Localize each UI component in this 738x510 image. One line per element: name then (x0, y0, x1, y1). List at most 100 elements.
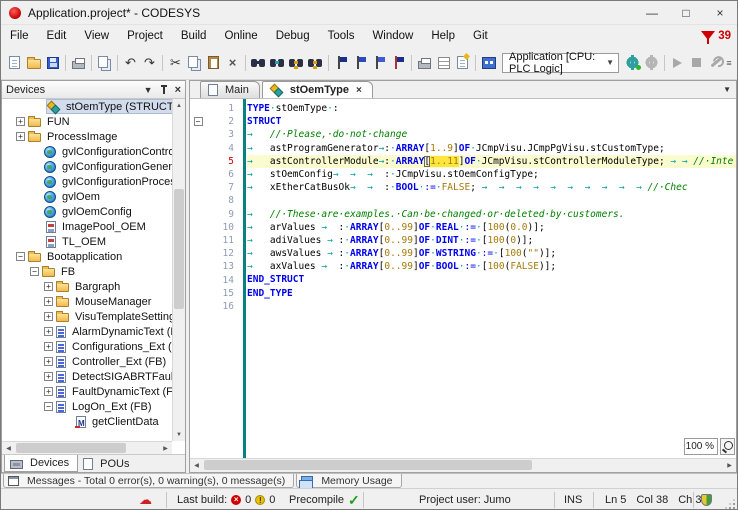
login-button[interactable] (623, 54, 642, 72)
tree-item-bootapplication[interactable]: −Bootapplication (2, 249, 172, 264)
expand-icon[interactable]: + (16, 132, 25, 141)
panel-close-icon[interactable]: × (175, 84, 181, 96)
code-line-13[interactable]: → axValues → :·ARRAY[0..99]OF·BOOL·:=·[1… (247, 260, 736, 273)
menu-window[interactable]: Window (363, 27, 422, 45)
code-editor[interactable]: TYPE·stOemType·:STRUCT→ //·Please,·do·no… (190, 99, 736, 458)
redo-button[interactable]: ↷ (140, 54, 159, 72)
visualization-styles-button[interactable] (479, 54, 498, 72)
scroll-left-icon[interactable]: ◀ (2, 442, 15, 454)
code-line-16[interactable] (247, 300, 736, 313)
tree-item-alarmdynamictext-fb-[interactable]: +AlarmDynamicText (FB) (2, 324, 172, 339)
notification-count[interactable]: 39 (718, 30, 731, 42)
search-project-button[interactable] (287, 54, 306, 72)
maximize-button[interactable]: □ (669, 1, 703, 24)
editor-horizontal-scrollbar[interactable]: ◀ ▶ (190, 458, 736, 472)
cut-button[interactable]: ✂ (166, 54, 185, 72)
tree-item-controller-ext-fb-[interactable]: +Controller_Ext (FB) (2, 354, 172, 369)
tree-item-bargraph[interactable]: +Bargraph (2, 279, 172, 294)
new-project-button[interactable] (5, 54, 24, 72)
tree-item-visutemplatesettings[interactable]: +VisuTemplateSettings (2, 309, 172, 324)
close-button[interactable]: × (703, 1, 737, 24)
tree-item-imagepool-oem[interactable]: ImagePool_OEM (2, 219, 172, 234)
code-line-5[interactable]: → astControllerModule→:·ARRAY[1..11]OF·J… (247, 155, 736, 168)
copy-project-button[interactable] (95, 54, 114, 72)
menu-help[interactable]: Help (422, 27, 464, 45)
logout-button[interactable] (642, 54, 661, 72)
code-line-12[interactable]: → awsValues → :·ARRAY[0..99]OF·WSTRING·:… (247, 247, 736, 260)
panel-tab-devices[interactable]: Devices (4, 455, 78, 472)
scroll-down-icon[interactable]: ▼ (173, 428, 185, 441)
tab-close-icon[interactable]: × (356, 85, 362, 96)
menu-edit[interactable]: Edit (38, 27, 76, 45)
tab-list-dropdown-icon[interactable]: ▼ (723, 85, 731, 94)
bookmarks-clear-button[interactable] (389, 54, 408, 72)
editor-tab-main[interactable]: Main (200, 81, 260, 98)
tree-item-stoemtype-struct-[interactable]: stOemType (STRUCT)▼ (2, 99, 172, 114)
fold-collapse-icon[interactable]: − (194, 117, 203, 126)
tools-button[interactable] (706, 54, 725, 72)
notification-funnel-icon[interactable] (701, 31, 715, 40)
menu-git[interactable]: Git (464, 27, 497, 45)
stop-button[interactable] (687, 54, 706, 72)
tree-item-getclientdata[interactable]: getClientData (2, 414, 172, 429)
toolbar-overflow-button[interactable]: ≡ (725, 54, 733, 72)
code-line-10[interactable]: → arValues → :·ARRAY[0..99]OF·REAL·:=·[1… (247, 221, 736, 234)
scroll-right-icon[interactable]: ▶ (159, 442, 172, 454)
memory-usage-pane-tab[interactable]: Memory Usage (296, 474, 401, 488)
save-project-button[interactable] (43, 54, 62, 72)
scroll-up-icon[interactable]: ▲ (173, 99, 185, 112)
tree-item-gvlconfigurationcontroller[interactable]: gvlConfigurationController (2, 144, 172, 159)
collapse-icon[interactable]: − (16, 252, 25, 261)
scrollbar-thumb[interactable] (16, 443, 126, 453)
tree-item-tl-oem[interactable]: TL_OEM (2, 234, 172, 249)
tree-item-configurations-ext-fb-[interactable]: +Configurations_Ext (FB) (2, 339, 172, 354)
library-manager-button[interactable] (434, 54, 453, 72)
editor-zoom-level[interactable]: 100 % (684, 438, 718, 455)
undo-button[interactable]: ↶ (121, 54, 140, 72)
magnifier-icon[interactable] (720, 438, 735, 455)
menu-project[interactable]: Project (118, 27, 172, 45)
code-line-14[interactable]: END_STRUCT (247, 273, 736, 286)
scroll-right-icon[interactable]: ▶ (723, 459, 736, 471)
menu-view[interactable]: View (75, 27, 118, 45)
editor-tab-stoemtype[interactable]: stOemType× (262, 81, 373, 98)
tree-item-mousemanager[interactable]: +MouseManager (2, 294, 172, 309)
code-lines[interactable]: TYPE·stOemType·:STRUCT→ //·Please,·do·no… (190, 102, 736, 313)
code-line-11[interactable]: → adiValues → :·ARRAY[0..99]OF·DINT·:=·[… (247, 234, 736, 247)
menu-online[interactable]: Online (215, 27, 266, 45)
panel-menu-icon[interactable]: ▼ (144, 85, 153, 95)
delete-button[interactable]: × (223, 54, 242, 72)
scrollbar-thumb[interactable] (204, 460, 532, 470)
expand-icon[interactable]: + (16, 117, 25, 126)
panel-tab-pous[interactable]: POUs (78, 455, 137, 472)
scrollbar-thumb[interactable] (174, 189, 184, 309)
menu-file[interactable]: File (1, 27, 38, 45)
bookmark-next-button[interactable] (351, 54, 370, 72)
code-line-2[interactable]: STRUCT (247, 115, 736, 128)
bookmark-toggle-button[interactable] (332, 54, 351, 72)
tree-item-logon-ext-fb-[interactable]: −LogOn_Ext (FB) (2, 399, 172, 414)
code-line-1[interactable]: TYPE·stOemType·: (247, 102, 736, 115)
find-button[interactable] (249, 54, 268, 72)
tree-item-processimage[interactable]: +ProcessImage (2, 129, 172, 144)
scroll-left-icon[interactable]: ◀ (190, 459, 203, 471)
bookmark-previous-button[interactable] (370, 54, 389, 72)
code-line-8[interactable] (247, 194, 736, 207)
expand-icon[interactable]: + (44, 372, 53, 381)
paste-button[interactable] (204, 54, 223, 72)
expand-icon[interactable]: + (44, 282, 53, 291)
expand-icon[interactable]: + (44, 312, 53, 321)
tree-item-fb[interactable]: −FB (2, 264, 172, 279)
tree-item-faultdynamictext-fb-[interactable]: +FaultDynamicText (FB) (2, 384, 172, 399)
minimize-button[interactable]: — (635, 1, 669, 24)
expand-icon[interactable]: + (44, 357, 53, 366)
code-line-15[interactable]: END_TYPE (247, 287, 736, 300)
application-combo[interactable]: Application [CPU: PLC Logic] ▼ (502, 53, 619, 73)
pin-icon[interactable] (160, 85, 168, 95)
expand-icon[interactable]: + (44, 297, 53, 306)
expand-icon[interactable]: + (44, 327, 53, 336)
expand-icon[interactable]: + (44, 342, 53, 351)
tree-item-gvlconfigurationgenerator[interactable]: gvlConfigurationGenerator (2, 159, 172, 174)
code-line-6[interactable]: → stOemConfig→ → → :·JCmpVisu.stOemConfi… (247, 168, 736, 181)
code-line-9[interactable]: → //·These·are·examples.·Can·be·changed·… (247, 208, 736, 221)
